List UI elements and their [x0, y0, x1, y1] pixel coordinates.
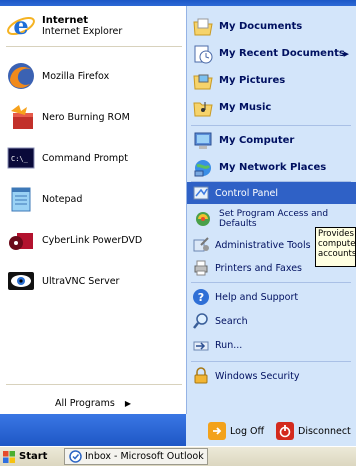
command-prompt-icon: C:\_ [5, 142, 37, 174]
disconnect-icon [276, 422, 294, 440]
my-recent-documents-icon [192, 43, 214, 65]
start-menu-footer: Log Off Disconnect [0, 414, 356, 446]
place-my-documents[interactable]: My Documents [187, 13, 356, 40]
log-off-button[interactable]: Log Off [208, 422, 264, 440]
pinned-item-ultravnc[interactable]: UltraVNC Server [0, 263, 186, 299]
taskbar-item-label: Inbox - Microsoft Outlook [85, 451, 204, 462]
pinned-item-notepad[interactable]: Notepad [0, 181, 186, 217]
my-network-places-icon [192, 157, 214, 179]
system-windows-security[interactable]: Windows Security [187, 365, 356, 387]
set-program-access-label-2: Defaults [219, 218, 257, 229]
windows-logo-icon [2, 450, 16, 464]
ultravnc-icon [5, 265, 37, 297]
pinned-programs-pane: e Internet Internet Explorer Mozilla Fir… [0, 6, 186, 414]
nero-icon [5, 101, 37, 133]
log-off-icon [208, 422, 226, 440]
disconnect-button[interactable]: Disconnect [276, 422, 351, 440]
pinned-item-nero[interactable]: Nero Burning ROM [0, 99, 186, 135]
control-panel-icon [192, 184, 210, 202]
powerdvd-icon [5, 224, 37, 256]
tooltip-line-3: accounts [318, 249, 356, 259]
notepad-icon [5, 183, 37, 215]
system-control-panel[interactable]: Control Panel [187, 182, 356, 204]
pinned-label: Notepad [42, 193, 83, 205]
place-my-music[interactable]: My Music [187, 94, 356, 121]
tooltip-line-2: compute [318, 239, 356, 249]
submenu-arrow-icon: ▶ [343, 49, 349, 58]
windows-security-icon [192, 367, 210, 385]
all-programs-label: All Programs [55, 397, 115, 409]
tooltip-line-1: Provides [318, 229, 354, 239]
svg-text:?: ? [198, 291, 204, 304]
pinned-label: Nero Burning ROM [42, 111, 130, 123]
printers-faxes-icon [192, 259, 210, 277]
places-separator [191, 125, 351, 126]
pinned-label: Command Prompt [42, 152, 128, 164]
my-pictures-icon [192, 70, 214, 92]
internet-subtitle: Internet Explorer [42, 26, 123, 37]
system-help-and-support[interactable]: ? Help and Support [187, 286, 356, 308]
pinned-item-firefox[interactable]: Mozilla Firefox [0, 58, 186, 94]
all-programs-separator [6, 384, 182, 385]
security-separator [191, 361, 351, 362]
internet-explorer-icon: e [5, 10, 37, 42]
arrow-right-icon: ▶ [124, 398, 131, 408]
my-music-icon [192, 97, 214, 119]
administrative-tools-icon [192, 236, 210, 254]
taskbar: Start Inbox - Microsoft Outlook [0, 446, 356, 466]
firefox-icon [5, 60, 37, 92]
my-computer-icon [192, 130, 214, 152]
svg-text:C:\_: C:\_ [11, 155, 29, 163]
internet-title: Internet [42, 15, 89, 26]
svg-text:e: e [13, 11, 28, 40]
help-separator [191, 282, 351, 283]
place-my-pictures[interactable]: My Pictures [187, 67, 356, 94]
pinned-label: UltraVNC Server [42, 275, 120, 287]
start-button[interactable]: Start [2, 448, 58, 465]
place-my-computer[interactable]: My Computer [187, 127, 356, 154]
all-programs-button[interactable]: All Programs ▶ [0, 392, 186, 414]
set-program-access-icon [192, 208, 214, 230]
system-search[interactable]: Search [187, 310, 356, 332]
place-my-recent-documents[interactable]: My Recent Documents ▶ [187, 40, 356, 67]
start-label: Start [19, 451, 48, 462]
pinned-label: Mozilla Firefox [42, 70, 110, 82]
place-my-network-places[interactable]: My Network Places [187, 154, 356, 181]
taskbar-item-outlook[interactable]: Inbox - Microsoft Outlook [64, 448, 208, 465]
pinned-item-command-prompt[interactable]: C:\_ Command Prompt [0, 140, 186, 176]
set-program-access-label-1: Set Program Access and [219, 208, 329, 219]
search-icon [192, 312, 210, 330]
pinned-item-internet[interactable]: e Internet Internet Explorer [0, 8, 186, 44]
my-documents-icon [192, 16, 214, 38]
pinned-item-powerdvd[interactable]: CyberLink PowerDVD [0, 222, 186, 258]
pinned-label: CyberLink PowerDVD [42, 234, 143, 246]
pinned-separator [6, 46, 182, 47]
control-panel-tooltip: Provides compute accounts [315, 227, 356, 267]
run-icon [192, 336, 210, 354]
outlook-icon [69, 450, 82, 463]
help-support-icon: ? [192, 288, 210, 306]
system-run[interactable]: Run... [187, 334, 356, 356]
places-pane: My Documents My Recent Documents ▶ My Pi… [187, 6, 356, 414]
